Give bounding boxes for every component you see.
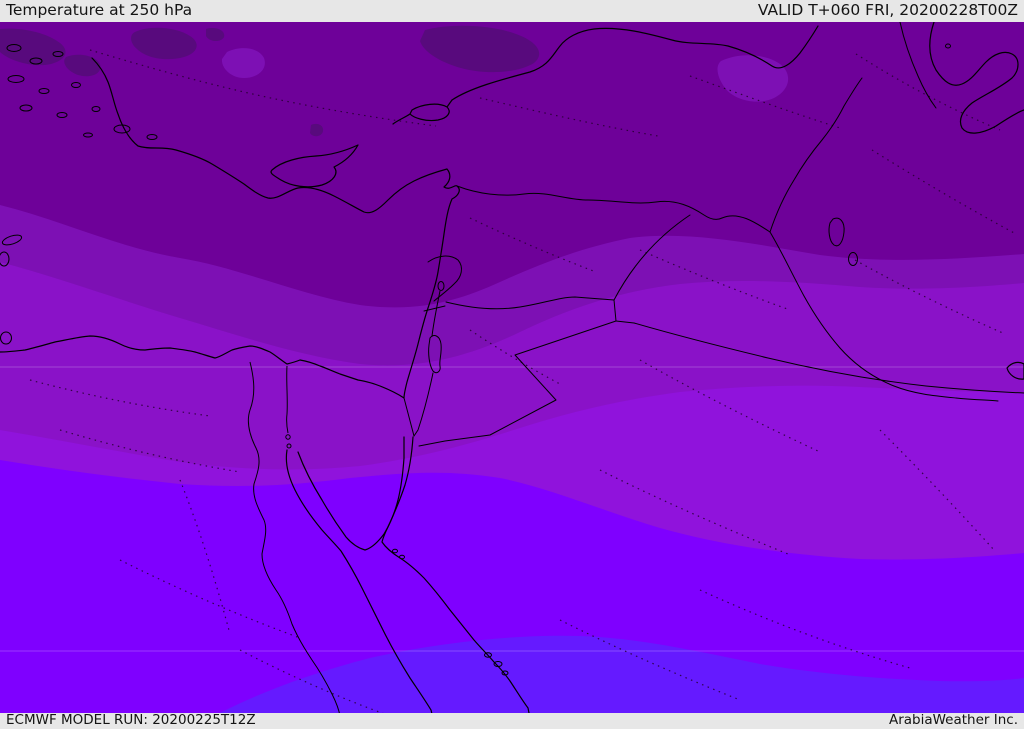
credit-bar: ECMWF MODEL RUN: 20200225T12Z ArabiaWeat… — [0, 713, 1024, 729]
temperature-bands — [0, 0, 1024, 729]
valid-time-label: VALID T+060 FRI, 20200228T00Z — [757, 1, 1018, 20]
weather-map — [0, 0, 1024, 729]
weather-map-screen: Temperature at 250 hPa VALID T+060 FRI, … — [0, 0, 1024, 729]
model-run-label: ECMWF MODEL RUN: 20200225T12Z — [6, 712, 256, 729]
provider-credit: ArabiaWeather Inc. — [888, 712, 1018, 729]
title-bar: Temperature at 250 hPa VALID T+060 FRI, … — [0, 0, 1024, 22]
map-title: Temperature at 250 hPa — [6, 1, 193, 20]
